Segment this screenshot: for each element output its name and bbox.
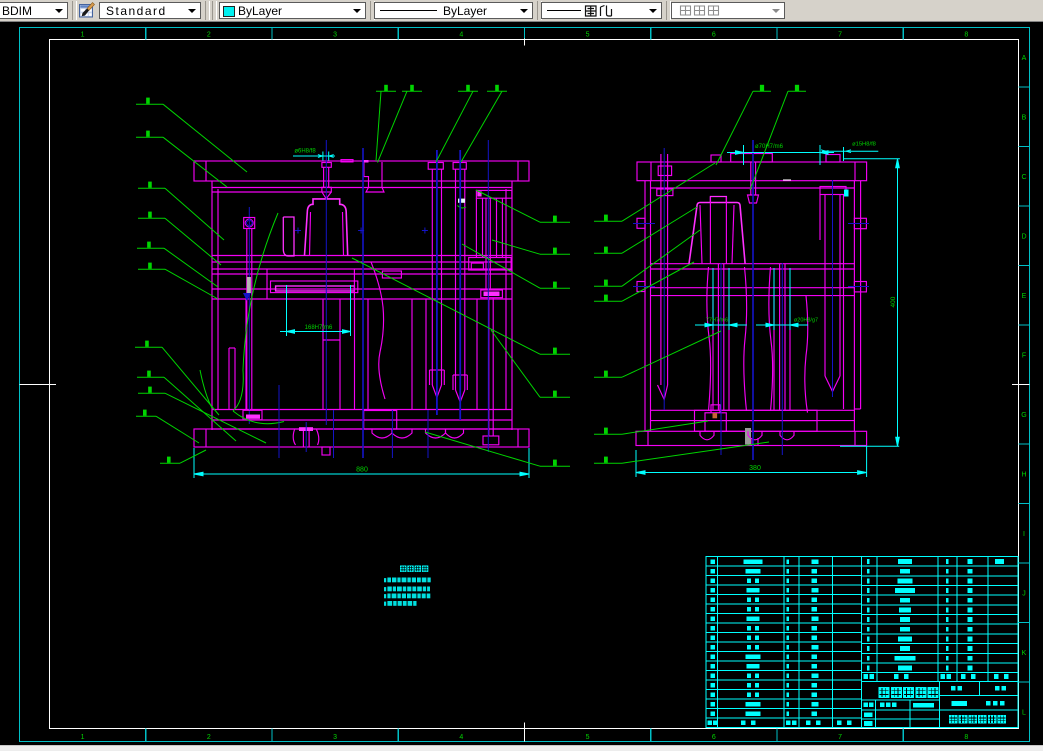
svg-text:880: 880 (356, 467, 368, 474)
svg-text:4: 4 (459, 31, 463, 38)
svg-text:K: K (1022, 650, 1027, 657)
svg-text:2: 2 (207, 734, 211, 741)
svg-text:4: 4 (459, 734, 463, 741)
svg-text:1: 1 (81, 734, 85, 741)
svg-text:8: 8 (964, 734, 968, 741)
svg-text:G: G (1021, 412, 1026, 419)
svg-text:F: F (1022, 353, 1026, 360)
svg-text:6: 6 (712, 734, 716, 741)
svg-text:D: D (1021, 234, 1026, 241)
svg-text:7: 7 (838, 734, 842, 741)
svg-text:168H7/m6: 168H7/m6 (305, 325, 333, 331)
svg-text:I: I (1023, 531, 1025, 538)
svg-text:L: L (1022, 710, 1026, 717)
svg-text:ø20H8/g7: ø20H8/g7 (794, 318, 818, 324)
svg-text:5: 5 (586, 734, 590, 741)
svg-text:H: H (1021, 472, 1026, 479)
svg-text:C: C (1021, 174, 1026, 181)
svg-text:400: 400 (890, 296, 897, 307)
svg-text:ø70H7/m6: ø70H7/m6 (755, 144, 784, 150)
svg-text:8: 8 (964, 31, 968, 38)
svg-text:7: 7 (838, 31, 842, 38)
svg-text:E: E (1022, 293, 1027, 300)
svg-text:J: J (1022, 591, 1026, 598)
svg-text:B: B (1022, 115, 1027, 122)
svg-text:5: 5 (586, 31, 590, 38)
svg-text:1: 1 (81, 31, 85, 38)
svg-text:A: A (1022, 55, 1027, 62)
svg-text:ø6H8/f8: ø6H8/f8 (294, 149, 316, 155)
svg-text:6: 6 (712, 31, 716, 38)
svg-text:2: 2 (207, 31, 211, 38)
svg-text:ø15H8/f8: ø15H8/f8 (852, 142, 876, 148)
svg-text:3: 3 (333, 734, 337, 741)
svg-text:3: 3 (333, 31, 337, 38)
svg-text:77H7/m6: 77H7/m6 (706, 318, 728, 324)
svg-text:380: 380 (749, 465, 761, 472)
